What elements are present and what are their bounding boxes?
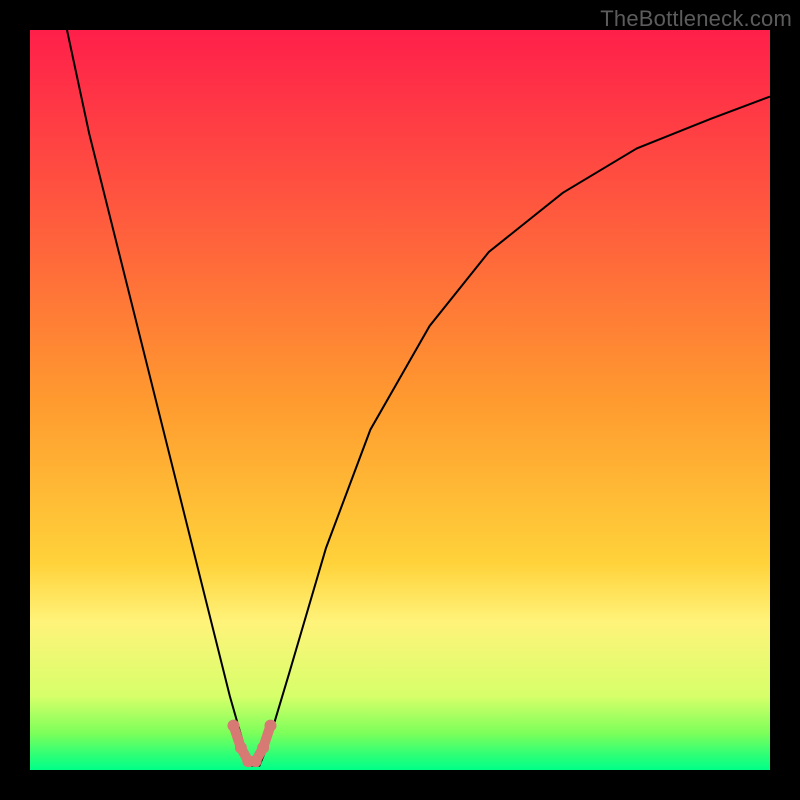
bottleneck-curve (67, 30, 770, 766)
plot-svg (30, 30, 770, 770)
plot-area (30, 30, 770, 770)
watermark-text: TheBottleneck.com (600, 6, 792, 32)
optimal-range-markers (228, 720, 277, 768)
